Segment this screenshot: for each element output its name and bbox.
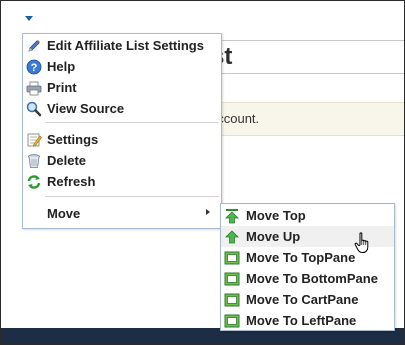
menu-item-label: Print: [47, 80, 77, 95]
move-top-icon: [224, 208, 240, 224]
menu-item-settings[interactable]: Settings: [23, 129, 221, 150]
refresh-icon: [26, 174, 42, 190]
hand-cursor-icon: [354, 232, 374, 254]
menu-item-delete[interactable]: Delete: [23, 150, 221, 171]
submenu-item-label: Move To CartPane: [246, 292, 359, 307]
pane-icon: [224, 292, 240, 308]
help-icon: ?: [26, 59, 42, 75]
message-bar: account.: [206, 102, 404, 136]
submenu-arrow-icon: [206, 209, 210, 215]
submenu-item-move-to-bottompane[interactable]: Move To BottomPane: [221, 268, 394, 289]
menu-item-help[interactable]: ? Help: [23, 56, 221, 77]
submenu-item-label: Move Top: [246, 208, 306, 223]
menu-item-move[interactable]: Move: [23, 203, 221, 224]
submenu-item-move-to-leftpane[interactable]: Move To LeftPane: [221, 310, 394, 331]
page-title-box: st: [206, 40, 404, 74]
submenu-item-move-top[interactable]: Move Top: [221, 205, 394, 226]
trash-icon: [26, 153, 42, 169]
pane-icon: [224, 313, 240, 329]
printer-icon: [26, 80, 42, 96]
menu-item-label: Edit Affiliate List Settings: [47, 38, 204, 53]
menu-separator: [45, 196, 219, 197]
menu-separator: [45, 122, 219, 123]
submenu-item-label: Move To TopPane: [246, 250, 356, 265]
menu-item-label: Help: [47, 59, 76, 74]
submenu-item-label: Move Up: [246, 229, 301, 244]
page-frame: st account. Edit Affiliate List Settings…: [0, 0, 405, 345]
pencil-icon: [26, 38, 42, 54]
menu-item-print[interactable]: Print: [23, 77, 221, 98]
menu-item-edit-settings[interactable]: Edit Affiliate List Settings: [23, 35, 221, 56]
menu-item-label: Delete: [47, 153, 87, 168]
submenu-item-label: Move To LeftPane: [246, 313, 357, 328]
menu-item-label: Refresh: [47, 174, 96, 189]
move-up-icon: [224, 229, 240, 245]
pane-icon: [224, 271, 240, 287]
menu-item-label: Move: [47, 206, 81, 221]
magnifier-icon: [26, 101, 42, 117]
menu-item-label: View Source: [47, 101, 125, 116]
menu-item-view-source[interactable]: View Source: [23, 98, 221, 119]
module-actions-dropdown-icon[interactable]: [25, 16, 33, 21]
svg-text:?: ?: [31, 62, 38, 74]
move-submenu: Move Top Move Up Move To TopPane Move To…: [220, 203, 395, 331]
menu-item-refresh[interactable]: Refresh: [23, 171, 221, 192]
pane-icon: [224, 250, 240, 266]
module-actions-menu: Edit Affiliate List Settings ? Help Prin…: [22, 33, 222, 229]
submenu-item-move-to-cartpane[interactable]: Move To CartPane: [221, 289, 394, 310]
settings-icon: [26, 132, 42, 148]
submenu-item-label: Move To BottomPane: [246, 271, 378, 286]
menu-item-label: Settings: [47, 132, 99, 147]
